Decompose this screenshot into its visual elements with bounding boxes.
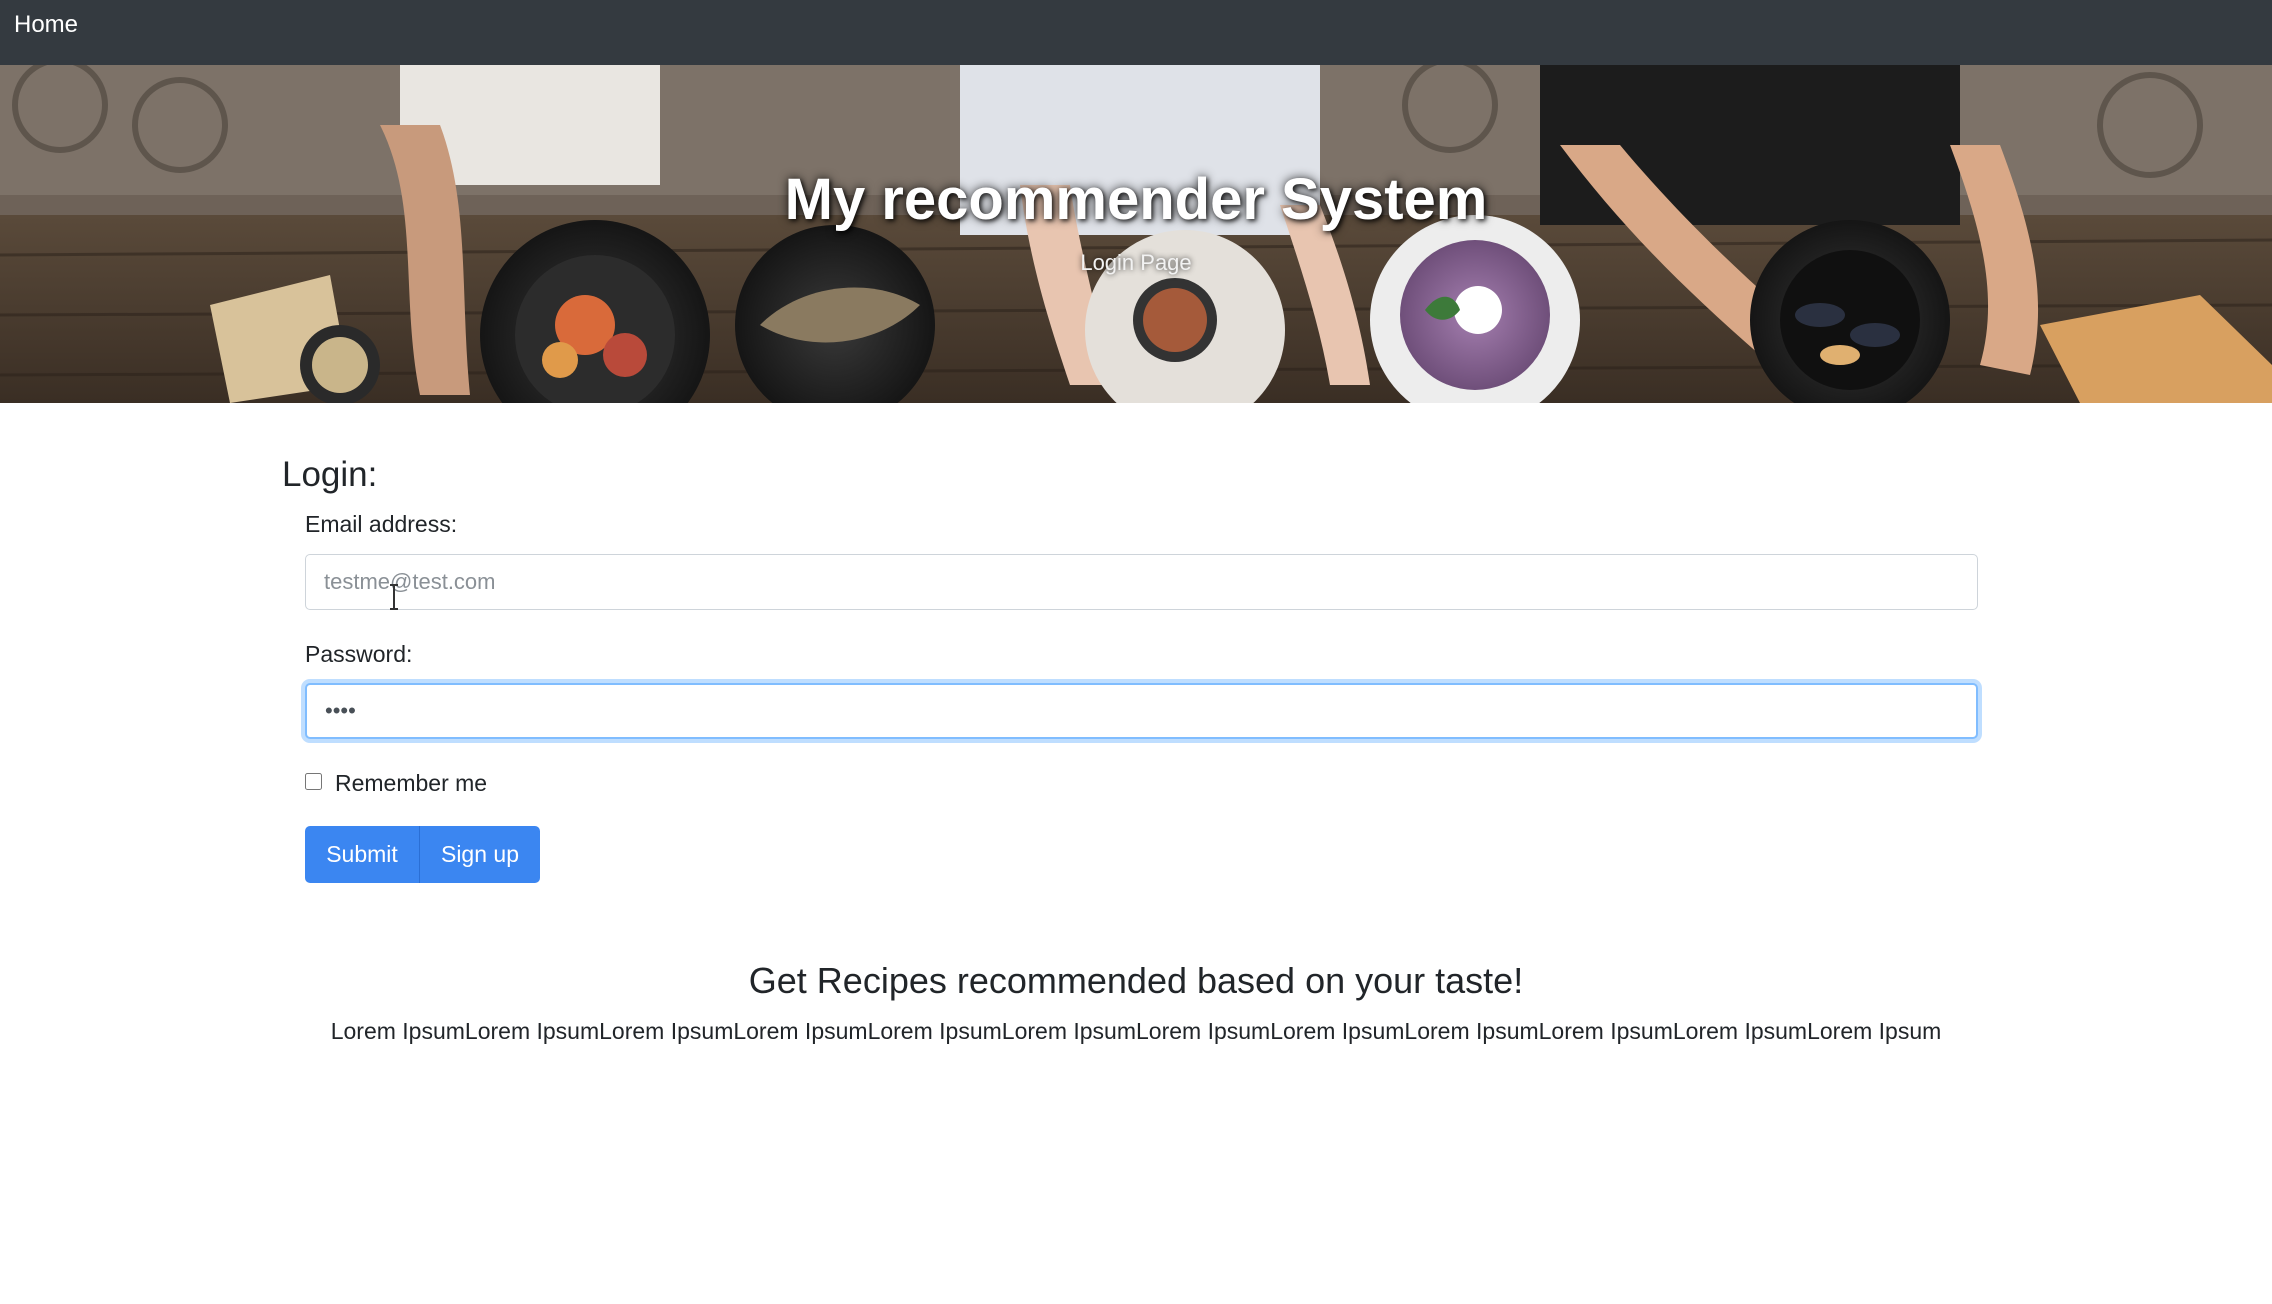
hero-title: My recommender System bbox=[784, 167, 1488, 232]
sign-up-button[interactable]: Sign up bbox=[419, 826, 540, 883]
hero-banner: My recommender System Login Page bbox=[0, 65, 2272, 403]
hero-subtitle: Login Page bbox=[1080, 250, 1192, 275]
remember-me-label[interactable]: Remember me bbox=[335, 768, 487, 798]
remember-me-checkbox[interactable] bbox=[305, 773, 322, 790]
promo-title: Get Recipes recommended based on your ta… bbox=[748, 960, 1524, 1001]
login-heading: Login: bbox=[282, 455, 378, 494]
promo-text: Lorem IpsumLorem IpsumLorem IpsumLorem I… bbox=[330, 1018, 1942, 1044]
email-field[interactable] bbox=[305, 554, 1978, 610]
navbar: Home bbox=[0, 0, 2272, 65]
password-field[interactable] bbox=[305, 683, 1978, 739]
submit-button[interactable]: Submit bbox=[305, 826, 419, 883]
password-label: Password: bbox=[305, 641, 413, 667]
nav-home-link[interactable]: Home bbox=[14, 10, 78, 40]
text-cursor-icon bbox=[390, 584, 398, 610]
email-label: Email address: bbox=[305, 511, 458, 537]
